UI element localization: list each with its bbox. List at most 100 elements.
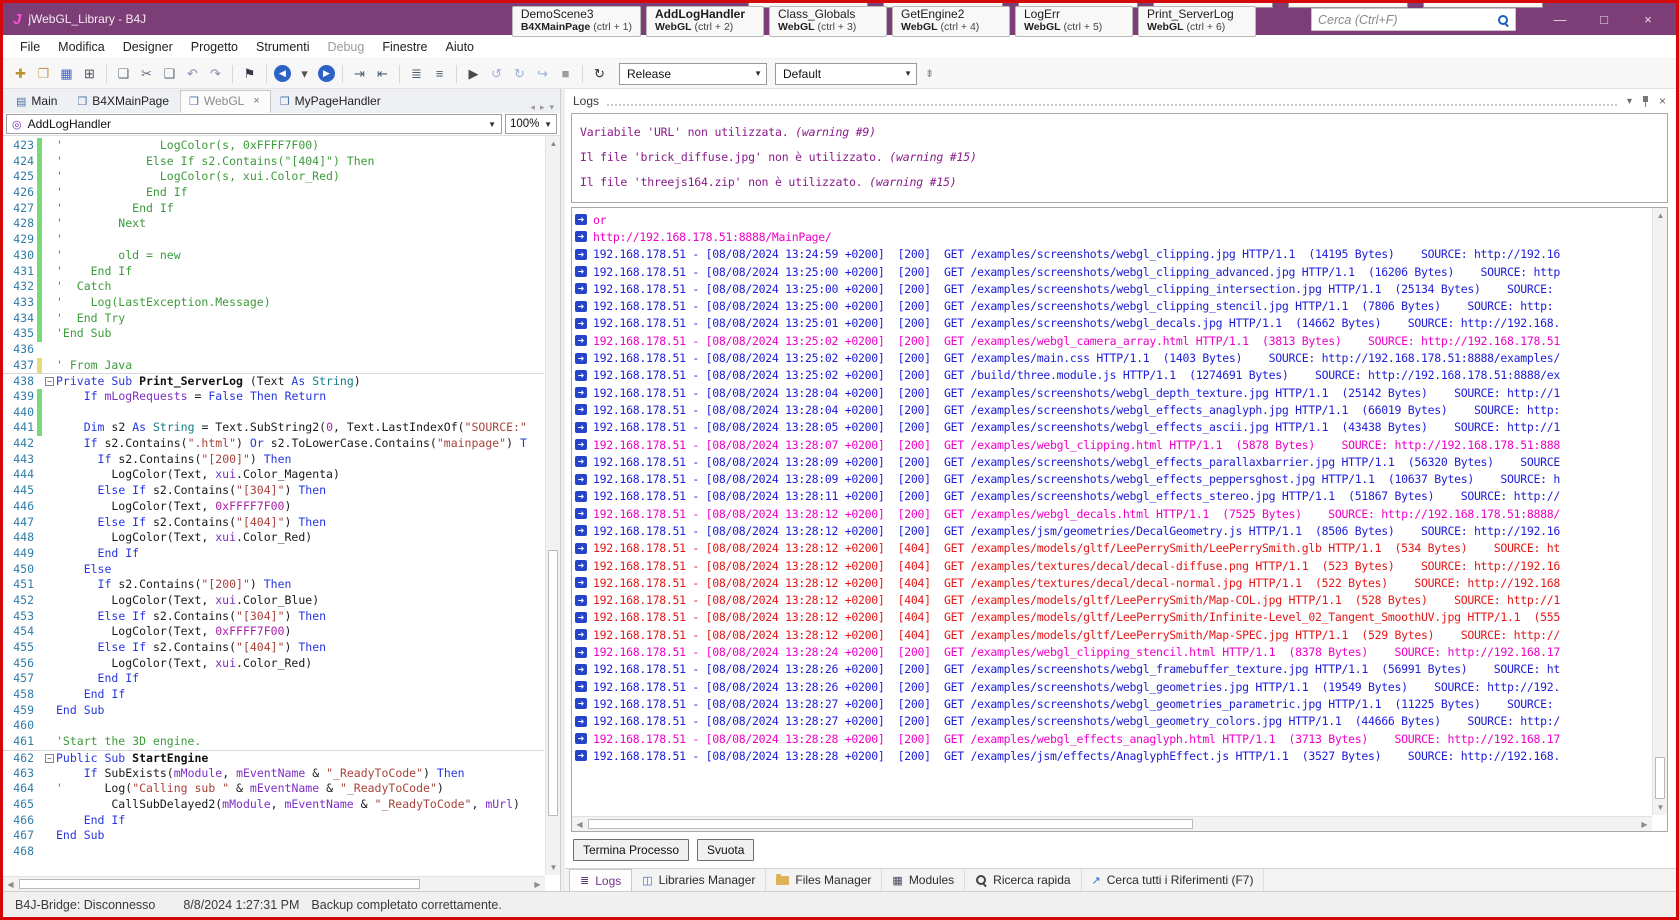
tab-libraries-manager[interactable]: ◫Libraries Manager	[632, 869, 766, 891]
editor-zoom-select[interactable]: 100% ▼	[505, 114, 557, 134]
log-link-icon[interactable]: ➜	[575, 543, 587, 554]
scroll-left-icon[interactable]: ◀	[3, 877, 18, 891]
log-link-icon[interactable]: ➜	[575, 439, 587, 450]
scrollbar-thumb[interactable]	[19, 879, 420, 889]
scrollbar-thumb[interactable]	[548, 550, 558, 816]
editor-tab-mypagehandler[interactable]: ❒MyPageHandler	[271, 90, 392, 113]
step-over-icon[interactable]: ↪	[532, 64, 553, 84]
menu-item-modifica[interactable]: Modifica	[49, 38, 114, 56]
search-icon[interactable]	[1497, 14, 1509, 26]
clear-logs-button[interactable]: Svuota	[697, 839, 754, 861]
back-dropdown-icon[interactable]: ▾	[294, 64, 315, 84]
log-link-icon[interactable]: ➜	[575, 214, 587, 225]
log-link-icon[interactable]: ➜	[575, 370, 587, 381]
bookmark-icon[interactable]: ⚑	[239, 64, 260, 84]
tab-logs[interactable]: ≣Logs	[569, 869, 632, 891]
minimize-button[interactable]: —	[1538, 12, 1582, 27]
scroll-right-icon[interactable]: ▶	[530, 877, 545, 891]
tab-list-icon[interactable]: ▾	[549, 102, 554, 113]
indent-icon[interactable]: ⇥	[349, 64, 370, 84]
step-into-icon[interactable]: ↻	[509, 64, 530, 84]
quick-jump-tab[interactable]: LogErrWebGL (ctrl + 5)	[1015, 6, 1133, 37]
editor-tab-b4xmainpage[interactable]: ❒B4XMainPage	[68, 90, 180, 113]
log-link-icon[interactable]: ➜	[575, 249, 587, 260]
editor-tab-main[interactable]: ▤Main	[7, 90, 68, 113]
close-button[interactable]: ×	[1626, 12, 1670, 27]
close-tab-icon[interactable]: ×	[253, 95, 259, 107]
build-configuration-select[interactable]: Release▼	[619, 63, 767, 85]
menu-item-strumenti[interactable]: Strumenti	[247, 38, 319, 56]
log-link-icon[interactable]: ➜	[575, 266, 587, 277]
log-link-icon[interactable]: ➜	[575, 404, 587, 415]
log-link-icon[interactable]: ➜	[575, 508, 587, 519]
log-link-icon[interactable]: ➜	[575, 647, 587, 658]
tab-scroll-right-icon[interactable]: ▸	[540, 102, 545, 113]
log-link-icon[interactable]: ➜	[575, 318, 587, 329]
compiler-warnings-box[interactable]: Variabile 'URL' non utilizzata. (warning…	[571, 113, 1668, 203]
comment-icon[interactable]: ≣	[406, 64, 427, 84]
menu-item-progetto[interactable]: Progetto	[182, 38, 247, 56]
log-link-icon[interactable]: ➜	[575, 664, 587, 675]
new-file-icon[interactable]: ✚	[10, 64, 31, 84]
log-link-icon[interactable]: ➜	[575, 335, 587, 346]
panel-menu-icon[interactable]: ▾	[1627, 96, 1632, 107]
profile-select[interactable]: Default▼	[775, 63, 917, 85]
quick-jump-tab[interactable]: Class_GlobalsWebGL (ctrl + 3)	[769, 6, 887, 37]
navigate-back-icon[interactable]: ◀	[274, 65, 291, 82]
sub-selector[interactable]: ◎ AddLogHandler ▼	[6, 114, 502, 134]
log-link-icon[interactable]: ➜	[575, 716, 587, 727]
log-link-icon[interactable]: ➜	[575, 560, 587, 571]
uncomment-icon[interactable]: ≡	[429, 64, 450, 84]
terminate-process-button[interactable]: Termina Processo	[573, 839, 689, 861]
quick-jump-tab[interactable]: AddLogHandlerWebGL (ctrl + 2)	[646, 6, 764, 37]
log-link-icon[interactable]: ➜	[575, 474, 587, 485]
log-link-icon[interactable]: ➜	[575, 456, 587, 467]
editor-horizontal-scrollbar[interactable]: ◀ ▶	[3, 876, 545, 891]
code-editor[interactable]: 423' LogColor(s, 0xFFFF7F00)424' Else If…	[3, 136, 560, 891]
log-link-icon[interactable]: ➜	[575, 301, 587, 312]
scroll-up-icon[interactable]: ▲	[1653, 208, 1668, 223]
fold-toggle-icon[interactable]: −	[45, 377, 54, 386]
save-module-icon[interactable]: ⊞	[79, 64, 100, 84]
menu-item-file[interactable]: File	[11, 38, 49, 56]
log-link-icon[interactable]: ➜	[575, 595, 587, 606]
stop-icon[interactable]: ■	[555, 64, 576, 84]
tab-quick-search[interactable]: Ricerca rapida	[965, 869, 1081, 891]
log-link-icon[interactable]: ➜	[575, 629, 587, 640]
scroll-right-icon[interactable]: ▶	[1637, 817, 1652, 832]
logs-vertical-scrollbar[interactable]: ▲ ▼	[1652, 208, 1667, 815]
scrollbar-thumb[interactable]	[1655, 757, 1665, 799]
log-link-icon[interactable]: ➜	[575, 283, 587, 294]
cut-icon[interactable]: ✂	[136, 64, 157, 84]
scrollbar-thumb[interactable]	[588, 819, 1193, 829]
tab-files-manager[interactable]: Files Manager	[766, 869, 882, 891]
log-link-icon[interactable]: ➜	[575, 525, 587, 536]
log-link-icon[interactable]: ➜	[575, 612, 587, 623]
scroll-down-icon[interactable]: ▼	[1653, 800, 1668, 815]
resume-icon[interactable]: ↺	[486, 64, 507, 84]
panel-close-icon[interactable]: ×	[1659, 94, 1666, 108]
quick-jump-tab[interactable]: GetEngine2WebGL (ctrl + 4)	[892, 6, 1010, 37]
outdent-icon[interactable]: ⇤	[372, 64, 393, 84]
redo-icon[interactable]: ↷	[205, 64, 226, 84]
undo-icon[interactable]: ↶	[182, 64, 203, 84]
scroll-up-icon[interactable]: ▲	[546, 136, 560, 151]
log-link-icon[interactable]: ➜	[575, 231, 587, 242]
log-link-icon[interactable]: ➜	[575, 681, 587, 692]
copy-icon[interactable]: ❏	[113, 64, 134, 84]
open-file-icon[interactable]: ❐	[33, 64, 54, 84]
tab-find-references[interactable]: ↗Cerca tutti i Riferimenti (F7)	[1082, 869, 1265, 891]
log-link-icon[interactable]: ➜	[575, 422, 587, 433]
tab-modules[interactable]: ▦Modules	[882, 869, 965, 891]
toolbar-overflow-icon[interactable]: ⇟	[925, 67, 934, 80]
log-link-icon[interactable]: ➜	[575, 750, 587, 761]
run-icon[interactable]: ▶	[463, 64, 484, 84]
menu-item-finestre[interactable]: Finestre	[373, 38, 436, 56]
maximize-button[interactable]: □	[1582, 12, 1626, 27]
fold-toggle-icon[interactable]: −	[45, 754, 54, 763]
navigate-forward-icon[interactable]: ▶	[318, 65, 335, 82]
log-link-icon[interactable]: ➜	[575, 353, 587, 364]
scroll-down-icon[interactable]: ▼	[546, 860, 560, 875]
log-link-icon[interactable]: ➜	[575, 698, 587, 709]
logs-horizontal-scrollbar[interactable]: ◀ ▶	[572, 816, 1652, 831]
